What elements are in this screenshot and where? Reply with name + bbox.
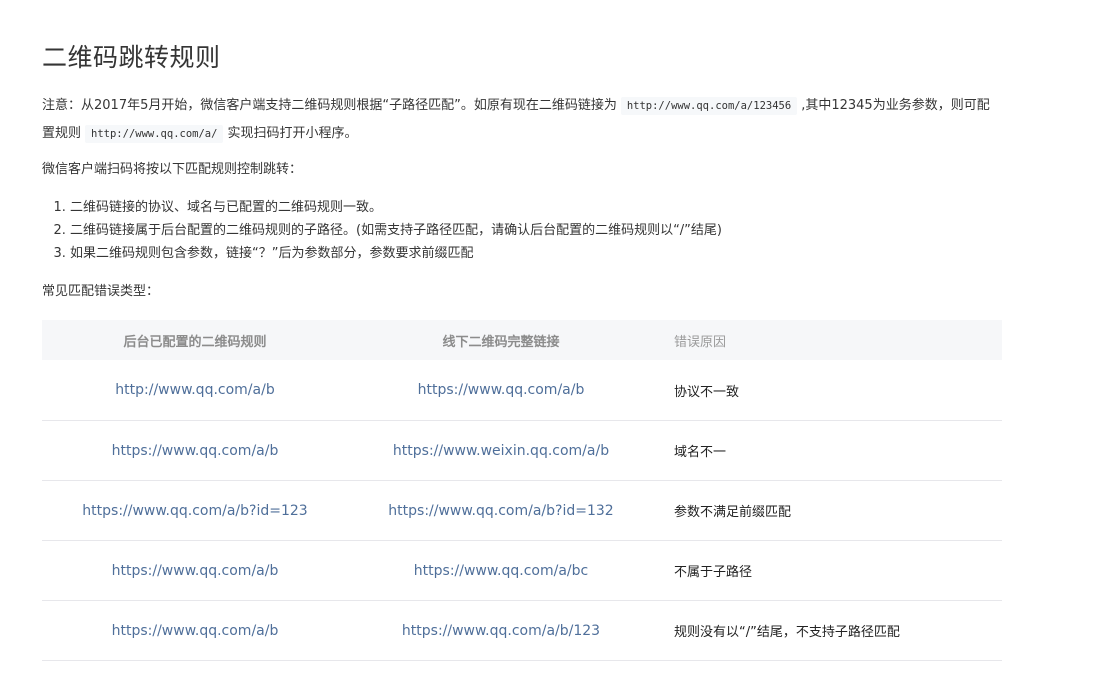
- table-row: http://www.qq.com/a/b https://www.qq.com…: [42, 360, 1002, 421]
- error-reason: 不属于子路径: [654, 540, 1002, 601]
- offline-qr-link[interactable]: https://www.weixin.qq.com/a/b: [348, 420, 654, 481]
- configured-rule-link[interactable]: https://www.qq.com/a/b: [42, 600, 348, 661]
- header-error-reason: 错误原因: [674, 334, 727, 350]
- configured-rule-link[interactable]: https://www.qq.com/a/b: [42, 540, 348, 601]
- offline-qr-link[interactable]: https://www.qq.com/a/b?id=132: [348, 480, 654, 541]
- offline-qr-link[interactable]: https://www.qq.com/a/bc: [348, 540, 654, 601]
- example-link-code: http://www.qq.com/a/123456: [620, 97, 798, 115]
- rule-item: 二维码链接属于后台配置的二维码规则的子路径。(如需支持子路径匹配，请确认后台配置…: [70, 219, 722, 242]
- error-reason: 协议不一致: [654, 360, 1002, 421]
- table-row: https://www.qq.com/a/b https://www.qq.co…: [42, 600, 1002, 661]
- rule-example-code: http://www.qq.com/a/: [85, 125, 224, 143]
- table-header-row: 后台已配置的二维码规则 线下二维码完整链接 错误原因: [42, 320, 1002, 360]
- rule-item: 二维码链接的协议、域名与已配置的二维码规则一致。: [70, 196, 722, 219]
- note-paragraph: 注意：从2017年5月开始，微信客户端支持二维码规则根据“子路径匹配”。如原有现…: [42, 92, 1002, 148]
- configured-rule-link[interactable]: https://www.qq.com/a/b: [42, 420, 348, 481]
- configured-rule-link[interactable]: http://www.qq.com/a/b: [42, 360, 348, 421]
- table-row: https://www.qq.com/a/b https://www.qq.co…: [42, 540, 1002, 601]
- table-heading: 常见匹配错误类型：: [42, 284, 160, 299]
- error-reason: 规则没有以“/”结尾，不支持子路径匹配: [654, 600, 1002, 661]
- rule-item: 如果二维码规则包含参数，链接“？”后为参数部分，参数要求前缀匹配: [70, 242, 722, 265]
- page-title: 二维码跳转规则: [42, 43, 221, 72]
- rules-list: 二维码链接的协议、域名与已配置的二维码规则一致。 二维码链接属于后台配置的二维码…: [42, 196, 722, 265]
- match-error-table: 后台已配置的二维码规则 线下二维码完整链接 错误原因 http://www.qq…: [42, 320, 1002, 661]
- table-row: https://www.qq.com/a/b https://www.weixi…: [42, 420, 1002, 481]
- note-text-1: 注意：从2017年5月开始，微信客户端支持二维码规则根据“子路径匹配”。如原有现…: [42, 98, 617, 113]
- header-configured-rule: 后台已配置的二维码规则: [123, 334, 267, 350]
- rules-intro: 微信客户端扫码将按以下匹配规则控制跳转：: [42, 162, 303, 177]
- header-offline-link: 线下二维码完整链接: [442, 334, 560, 350]
- error-reason: 参数不满足前缀匹配: [654, 480, 1002, 541]
- offline-qr-link[interactable]: https://www.qq.com/a/b: [348, 360, 654, 421]
- error-reason: 域名不一: [654, 420, 1002, 481]
- offline-qr-link[interactable]: https://www.qq.com/a/b/123: [348, 600, 654, 661]
- configured-rule-link[interactable]: https://www.qq.com/a/b?id=123: [42, 480, 348, 541]
- note-text-3: 实现扫码打开小程序。: [227, 126, 358, 141]
- table-row: https://www.qq.com/a/b?id=123 https://ww…: [42, 480, 1002, 541]
